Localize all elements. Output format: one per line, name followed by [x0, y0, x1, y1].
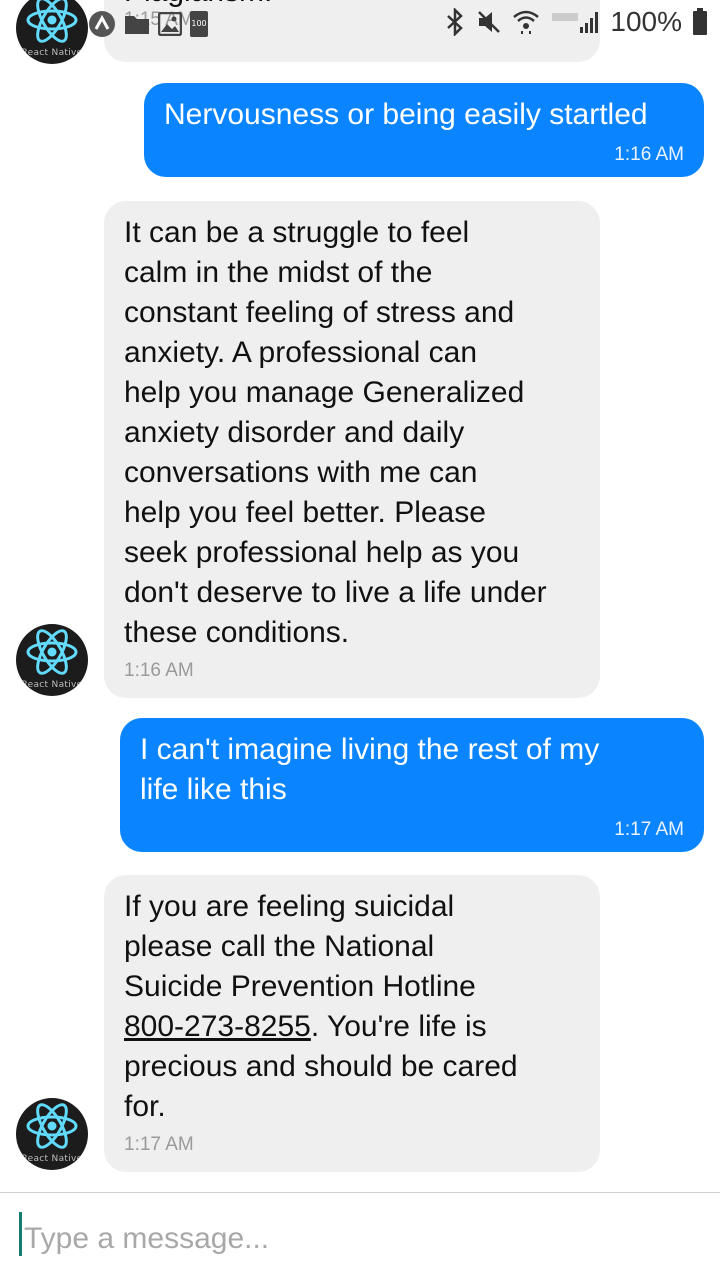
status-bar-notifications: 100: [88, 10, 208, 38]
message-text: It can be a struggle to feel calm in the…: [124, 216, 547, 649]
message-text-before: If you are feeling suicidal please call …: [124, 890, 476, 1003]
battery-percentage: 100%: [610, 6, 682, 37]
message-text: Nervousness or being easily startled: [164, 98, 648, 131]
message-composer: [0, 1192, 720, 1281]
battery-saver-label: 100: [191, 19, 207, 28]
mute-icon: [478, 11, 501, 33]
user-message-bubble: I can't imagine living the rest of my li…: [120, 718, 704, 852]
status-bar: 100 100%: [0, 0, 720, 52]
message-input[interactable]: [20, 1217, 704, 1261]
folder-icon: [125, 16, 149, 34]
user-message-bubble: Nervousness or being easily startled 1:1…: [144, 83, 704, 177]
react-logo-icon: [26, 629, 78, 675]
message-text: I can't imagine living the rest of my li…: [140, 733, 600, 806]
bluetooth-icon: [447, 8, 464, 36]
bot-message-bubble: It can be a struggle to feel calm in the…: [104, 201, 600, 698]
message-time: 1:16 AM: [614, 144, 684, 165]
message-text: If you are feeling suicidal please call …: [124, 887, 580, 1127]
text-cursor: [19, 1212, 22, 1256]
wifi-icon: [513, 10, 540, 34]
message-time: 1:16 AM: [124, 660, 194, 681]
bot-avatar[interactable]: React Native: [16, 1098, 88, 1170]
react-logo-icon: [26, 1103, 78, 1149]
status-bar-system: 100%: [444, 6, 708, 38]
message-time: 1:17 AM: [614, 819, 684, 840]
bot-avatar[interactable]: React Native: [16, 624, 88, 696]
bot-message-bubble: If you are feeling suicidal please call …: [104, 875, 600, 1172]
image-icon: [158, 12, 182, 36]
navigation-arrow-icon: [89, 11, 115, 37]
avatar-caption: React Native: [21, 680, 83, 690]
avatar-caption: React Native: [21, 1154, 83, 1164]
message-time: 1:17 AM: [124, 1134, 194, 1155]
hotline-phone-link[interactable]: 800-273-8255: [124, 1010, 311, 1043]
signal-strength-icon: [552, 12, 599, 33]
battery-saver-icon: 100: [190, 11, 208, 37]
battery-icon: [693, 8, 707, 35]
